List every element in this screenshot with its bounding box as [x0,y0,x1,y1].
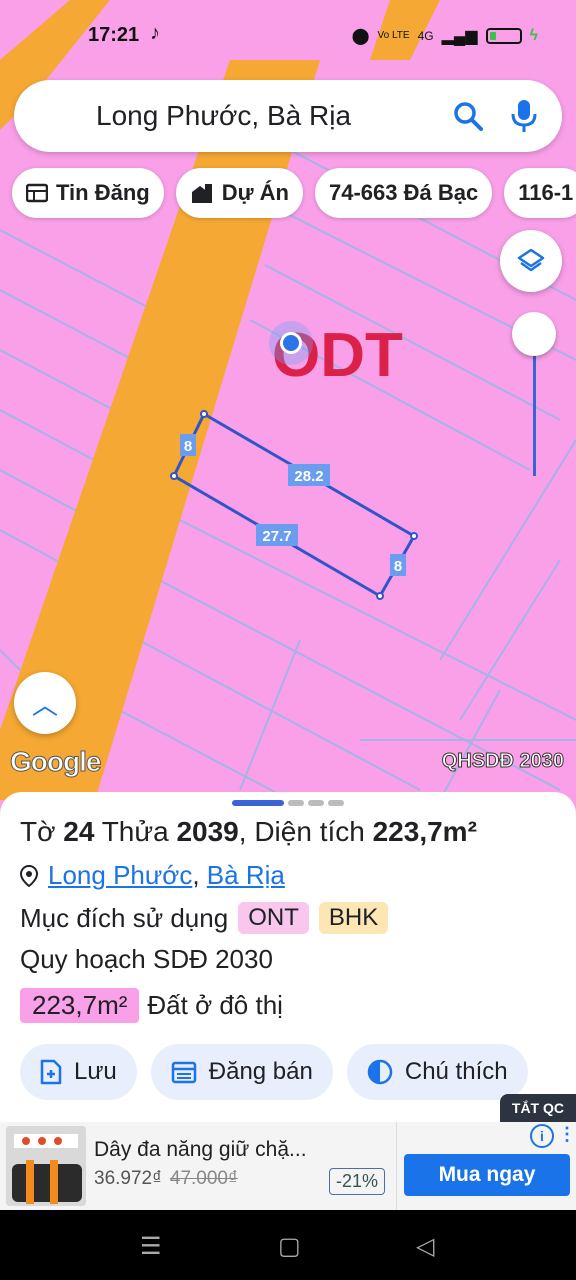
location-pin-icon [20,864,38,887]
battery-icon [485,28,522,44]
plan-year-label: QHSDĐ 2030 [441,750,564,773]
microphone-icon[interactable] [508,98,540,134]
save-button[interactable]: Lưu [20,1044,137,1100]
ad-info-icon[interactable]: i [530,1124,554,1148]
ad-price: 36.972₫ 47.000₫ [94,1168,238,1189]
parcel-location: Long Phước, Bà Rịa [20,860,285,891]
parcel-title: Tờ 24 Thửa 2039, Diện tích 223,7m² [20,816,477,847]
ad-old-price: 47.000₫ [169,1168,238,1189]
ad-more-icon[interactable]: ⋮ [558,1124,576,1145]
plan-area: 223,7m² [20,988,140,1023]
location-status-icon: ⬤ [351,28,370,45]
opacity-slider-handle[interactable] [512,312,556,356]
network-type: 4G [417,29,434,43]
ward-link[interactable]: Long Phước [48,860,192,890]
land-use-purpose: Mục đích sử dụng ONT BHK [20,902,389,934]
plan-detail: 223,7m² Đất ở đô thị [20,988,283,1023]
chip-label: 116-1 [518,180,574,205]
purpose-tag-bhk: BHK [318,902,389,934]
edge-label-top: 28.2 [294,468,323,485]
ad-product-image[interactable] [6,1126,86,1206]
layers-button[interactable] [500,230,562,292]
layers-icon [517,248,545,272]
buy-now-button[interactable]: Mua ngay [404,1154,570,1196]
chip-location-1[interactable]: 74-663 Đá Bạc [314,168,493,218]
edge-label-right: 8 [394,558,402,575]
search-query[interactable]: Long Phước, Bà Rịa [96,100,351,132]
parcel-number: 2039 [176,816,239,847]
status-time: 17:21 [88,24,140,46]
calendar-icon [171,1061,197,1084]
plan-title: Quy hoạch SDĐ 2030 [20,944,273,974]
action-buttons: Lưu Đăng bán Chú thích [20,1044,528,1100]
volte-icon: Vo LTE [377,30,410,41]
chip-label: Dự Án [221,180,289,205]
post-for-sale-button[interactable]: Đăng bán [150,1044,333,1100]
ad-divider [396,1122,397,1210]
city-link[interactable]: Bà Rịa [207,860,285,890]
recent-apps-icon[interactable]: ☰ [140,1232,162,1261]
tiktok-icon: ♪ [150,22,160,44]
opacity-slider-track[interactable] [533,356,536,476]
edge-label-bottom: 27.7 [262,528,291,545]
project-icon [191,184,212,203]
ad-discount-badge: -21% [329,1168,386,1195]
close-ad-button[interactable]: TẮT QC [499,1094,576,1122]
status-icons: ⬤ Vo LTE 4G ▂▄▆ ϟ [352,26,538,46]
signal-icon: ▂▄▆ [441,28,478,45]
parcel-info-sheet[interactable]: Tờ 24 Thửa 2039, Diện tích 223,7m² Long … [0,792,576,1122]
expand-sheet-button[interactable]: ︿ [14,672,76,734]
back-icon[interactable]: ◁ [416,1232,434,1261]
system-nav-bar: ☰ ▢ ◁ [0,1210,576,1280]
contrast-icon [367,1059,393,1085]
charging-icon: ϟ [529,27,538,44]
sheet-pager[interactable] [232,800,344,806]
home-icon[interactable]: ▢ [278,1232,301,1261]
ad-title[interactable]: Dây đa năng giữ chặ... [94,1138,307,1162]
google-logo: Google [9,746,101,778]
chip-label: 74-663 Đá Bạc [328,180,479,205]
sheet-number: 24 [63,816,95,847]
purpose-tag-ont: ONT [238,902,309,934]
product-thumbnail [6,1126,86,1206]
status-bar: 17:21 ♪ ⬤ Vo LTE 4G ▂▄▆ ϟ [0,0,576,70]
chevron-up-icon: ︿ [31,689,58,720]
chip-location-2[interactable]: 116-1 [504,168,576,218]
ad-banner[interactable]: Dây đa năng giữ chặ... 36.972₫ 47.000₫ -2… [0,1122,576,1210]
search-bar[interactable]: Long Phước, Bà Rịa [14,80,562,152]
legend-button[interactable]: Chú thích [346,1044,528,1100]
listing-icon [26,183,48,203]
parcel-area: 223,7m² [372,816,477,847]
chip-label: Tin Đăng [56,180,150,205]
chip-du-an[interactable]: Dự Án [175,168,303,218]
plan-type: Đất ở đô thị [147,990,283,1020]
chip-tin-dang[interactable]: Tin Đăng [12,168,164,218]
filter-chips: Tin Đăng Dự Án 74-663 Đá Bạc 116-1 [12,168,576,218]
search-icon[interactable] [452,100,484,132]
edge-label-left: 8 [184,438,192,455]
add-file-icon [40,1059,62,1085]
my-location-dot [283,335,299,351]
